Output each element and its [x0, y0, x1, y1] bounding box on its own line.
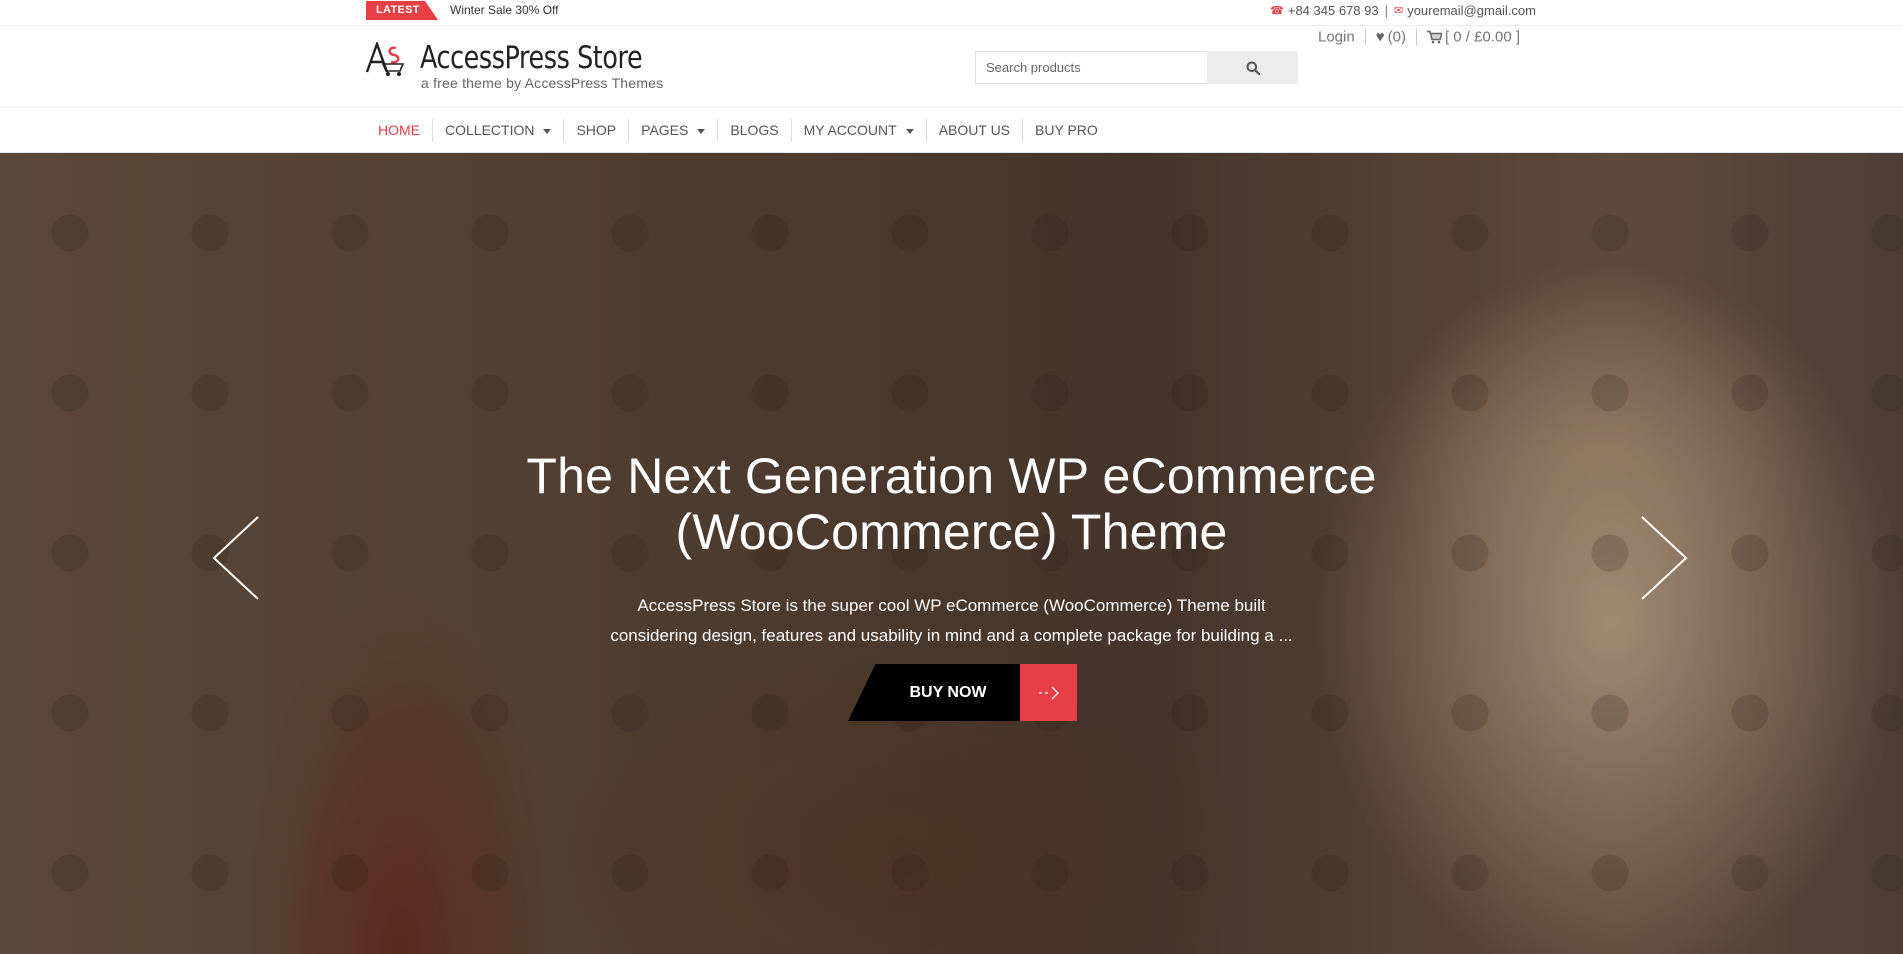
header-links: Login ♥ (0) [ 0 / £0.00 ]	[1318, 28, 1530, 46]
hero-slider: The Next Generation WP eCommerce (WooCom…	[0, 153, 1903, 954]
site-tagline: a free theme by AccessPress Themes	[421, 75, 664, 91]
top-bar: LATEST Winter Sale 30% Off ☎ +84 345 678…	[0, 0, 1903, 26]
slider-prev-arrow-icon[interactable]	[210, 513, 260, 603]
nav-item-collection[interactable]: COLLECTION	[432, 119, 563, 142]
hero-desc-line: AccessPress Store is the super cool WP e…	[637, 596, 1266, 615]
site-title[interactable]: AccessPress Store	[420, 40, 643, 76]
wishlist-count: (0)	[1387, 28, 1406, 46]
nav-item-buy-pro[interactable]: BUY PRO	[1022, 119, 1110, 142]
nav-item-blogs[interactable]: BLOGS	[717, 119, 790, 142]
phone-number: +84 345 678 93	[1287, 3, 1379, 18]
search-input[interactable]	[975, 51, 1207, 84]
arrow-right-icon	[1038, 686, 1059, 699]
latest-badge: LATEST	[366, 1, 438, 20]
heart-icon: ♥	[1375, 28, 1385, 46]
nav-item-label: HOME	[378, 122, 420, 138]
hero-title-line: (WooCommerce) Theme	[675, 504, 1228, 560]
buy-now-cta: BUY NOW	[848, 664, 1077, 721]
nav-item-label: BLOGS	[730, 122, 779, 138]
buy-now-arrow-button[interactable]	[1020, 664, 1077, 721]
search-icon	[1246, 61, 1260, 75]
nav-item-my-account[interactable]: MY ACCOUNT	[790, 119, 926, 142]
nav-item-label: MY ACCOUNT	[803, 122, 897, 138]
site-header: AccessPress Store a free theme by Access…	[0, 26, 1903, 108]
phone-icon: ☎	[1270, 5, 1284, 17]
cart-summary: [ 0 / £0.00 ]	[1444, 28, 1521, 46]
hero-desc-line: considering design, features and usabili…	[610, 626, 1293, 645]
search-button[interactable]	[1207, 51, 1298, 84]
slider-next-arrow-icon[interactable]	[1640, 513, 1690, 603]
wishlist-link[interactable]: ♥ (0)	[1364, 28, 1416, 46]
nav-item-label: PAGES	[641, 122, 689, 138]
main-navigation: HOME COLLECTION SHOP PAGES BLOGS MY ACCO…	[0, 108, 1903, 153]
hero-title-line: The Next Generation WP eCommerce	[526, 448, 1377, 504]
nav-item-shop[interactable]: SHOP	[563, 119, 628, 142]
nav-item-label: COLLECTION	[445, 122, 535, 138]
buy-now-button[interactable]: BUY NOW	[848, 664, 1020, 721]
nav-item-label: BUY PRO	[1035, 122, 1098, 138]
login-link[interactable]: Login	[1318, 29, 1365, 46]
latest-news-ticker[interactable]: Winter Sale 30% Off	[450, 3, 559, 17]
nav-item-label: SHOP	[576, 122, 617, 138]
cart-link[interactable]: [ 0 / £0.00 ]	[1415, 28, 1530, 46]
email-link[interactable]: youremail@gmail.com	[1407, 3, 1536, 18]
envelope-icon: ✉	[1393, 5, 1404, 17]
caret-down-icon	[697, 129, 706, 134]
product-search	[975, 51, 1298, 84]
caret-down-icon	[905, 129, 914, 134]
contact-separator: |	[1384, 3, 1388, 18]
cart-icon	[1426, 30, 1442, 44]
hero-description: AccessPress Store is the super cool WP e…	[0, 591, 1903, 651]
nav-item-home[interactable]: HOME	[366, 119, 432, 142]
nav-item-pages[interactable]: PAGES	[628, 119, 717, 142]
nav-item-about-us[interactable]: ABOUT US	[925, 119, 1022, 142]
logo-icon[interactable]	[365, 42, 407, 78]
nav-item-label: ABOUT US	[938, 122, 1011, 138]
contact-info: ☎ +84 345 678 93 | ✉ youremail@gmail.com	[1270, 3, 1536, 18]
hero-title: The Next Generation WP eCommerce (WooCom…	[0, 448, 1903, 560]
caret-down-icon	[543, 129, 552, 134]
